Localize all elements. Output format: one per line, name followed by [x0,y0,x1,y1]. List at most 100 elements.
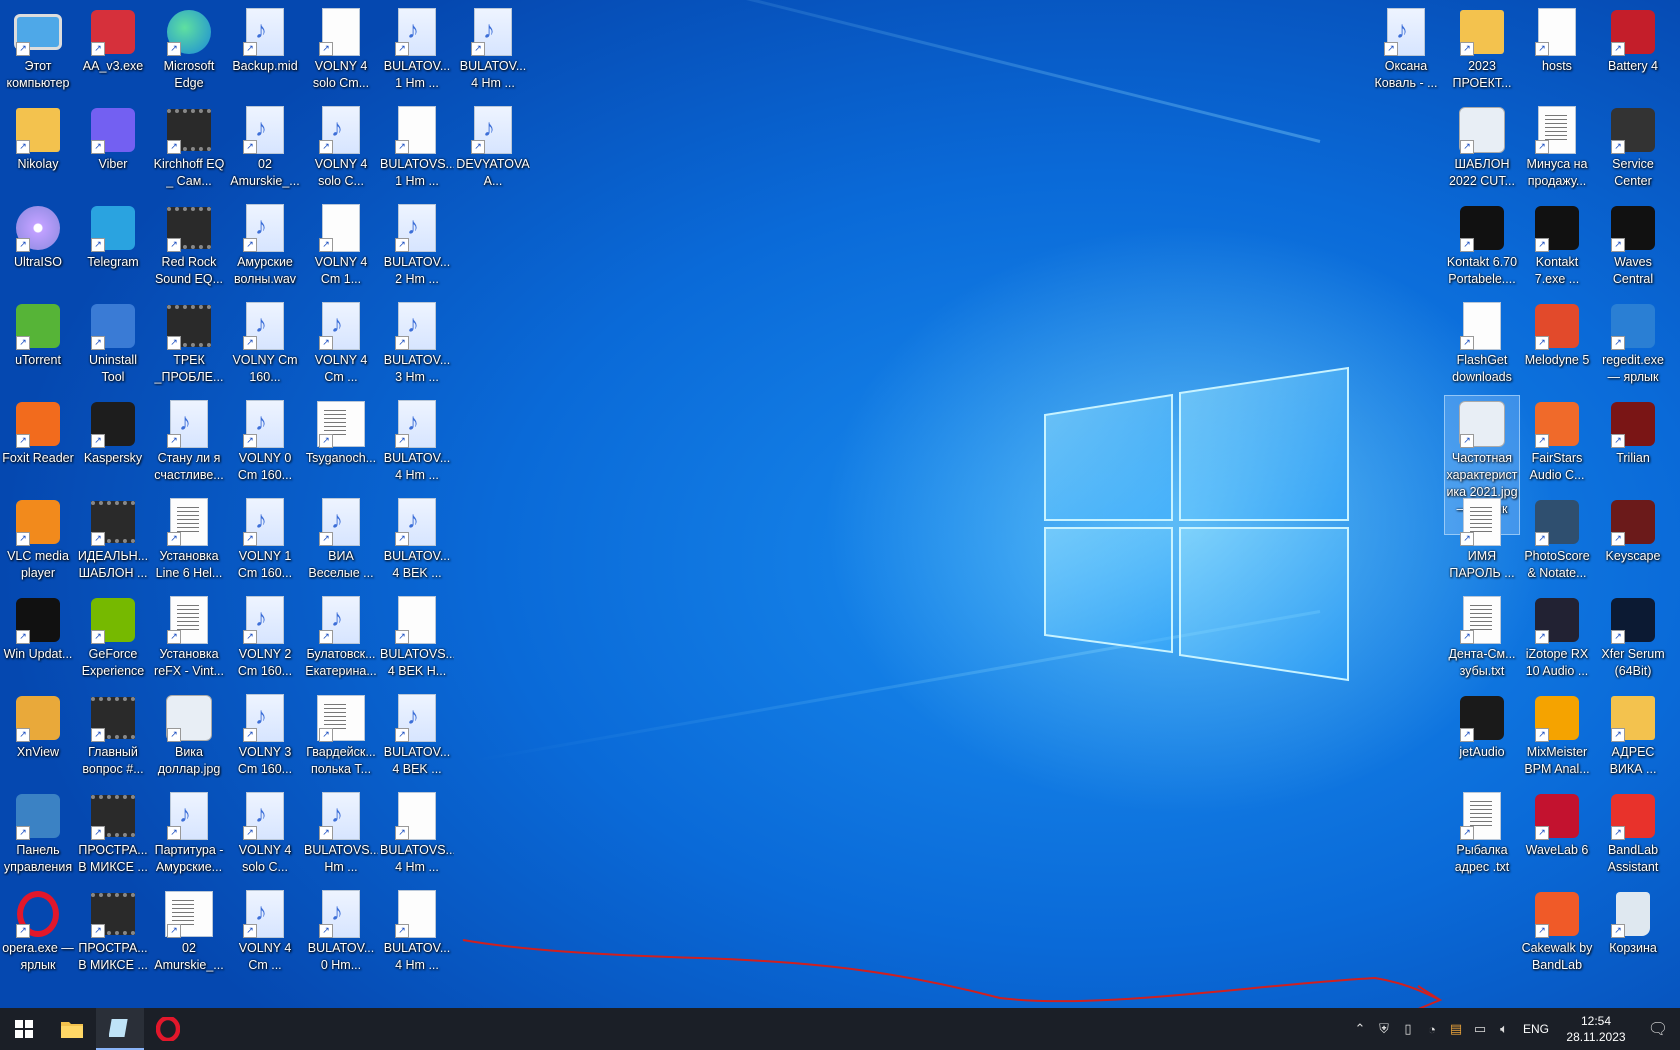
desktop-icon[interactable]: ↗ BULATOVS... 4 BEK H... [380,592,454,682]
desktop-icon[interactable]: ↗ VOLNY 1 Cm 160... [228,494,302,584]
desktop-icon[interactable]: ↗ Партитура - Амурские... [152,788,226,878]
desktop-icon[interactable]: ↗ Trilian [1596,396,1670,486]
desktop-icon[interactable]: ↗ FairStars Audio C... [1520,396,1594,486]
desktop-icon[interactable]: ↗ GeForce Experience [76,592,150,682]
desktop-icon[interactable]: ↗ jetAudio [1445,690,1519,780]
desktop-icon[interactable]: ↗ VOLNY 4 Cm ... [304,298,378,388]
desktop-icon[interactable]: ↗ BULATOV... 3 Hm ... [380,298,454,388]
desktop-icon[interactable]: ↗ UltraISO [1,200,75,290]
desktop-icon[interactable]: ↗ Uninstall Tool [76,298,150,388]
desktop-icon[interactable]: ↗ AA_v3.exe [76,4,150,94]
desktop-icon[interactable]: ↗ MixMeister BPM Anal... [1520,690,1594,780]
desktop-icon[interactable]: ↗ VOLNY 4 solo C... [228,788,302,878]
desktop-icon[interactable]: ↗ BULATOV... 4 Hm ... [380,396,454,486]
desktop-icon[interactable]: ↗ uTorrent [1,298,75,388]
desktop-icon[interactable]: ↗ Backup.mid [228,4,302,94]
desktop-icon[interactable]: ↗ VOLNY 4 solo C... [304,102,378,192]
desktop-icon[interactable]: ↗ ШАБЛОН 2022 CUT... [1445,102,1519,192]
desktop-icon[interactable]: ↗ VOLNY 2 Cm 160... [228,592,302,682]
start-button[interactable] [0,1008,48,1050]
desktop-icon[interactable]: ↗ VOLNY 3 Cm 160... [228,690,302,780]
desktop-icon[interactable]: ↗ BULATOVS... Hm ... [304,788,378,878]
desktop-icon[interactable]: ↗ DEVYATOVA A... [456,102,530,192]
sync-icon[interactable]: ◔ [1420,1022,1444,1037]
file-explorer-button[interactable] [48,1008,96,1050]
desktop-icon[interactable]: ↗ VOLNY 4 solo Cm... [304,4,378,94]
desktop-icon[interactable]: ↗ Kontakt 6.70 Portabele.... [1445,200,1519,290]
desktop-icon[interactable]: ↗ Viber [76,102,150,192]
desktop-icon[interactable]: ↗ Kontakt 7.exe ... [1520,200,1594,290]
desktop-icon[interactable]: ↗ iZotope RX 10 Audio ... [1520,592,1594,682]
desktop-icon[interactable]: ↗ Cakewalk by BandLab [1520,886,1594,976]
desktop-icon[interactable]: ↗ Battery 4 [1596,4,1670,94]
desktop-icon[interactable]: ↗ BULATOV... 1 Hm ... [380,4,454,94]
desktop-icon[interactable]: ↗ BULATOV... 4 BEK ... [380,690,454,780]
desktop-icon[interactable]: ↗ Вика доллар.jpg [152,690,226,780]
desktop-icon[interactable]: ↗ VOLNY Cm 160... [228,298,302,388]
desktop-icon[interactable]: ↗ VLC media player [1,494,75,584]
desktop-icon[interactable]: ↗ BULATOV... 4 Hm ... [380,886,454,976]
desktop-icon[interactable]: ↗ BULATOVS... 4 Hm ... [380,788,454,878]
desktop-icon[interactable]: ↗ 02 Amurskie_... [152,886,226,976]
desktop-icon[interactable]: ↗ Kirchhoff EQ _ Сам... [152,102,226,192]
desktop-icon[interactable]: ↗ Гвардейск... полька T... [304,690,378,780]
flag-icon[interactable]: ▤ [1444,1021,1468,1037]
app-button[interactable] [96,1008,144,1050]
desktop-icon[interactable]: ↗ PhotoScore & Notate... [1520,494,1594,584]
desktop-icon[interactable]: ↗ VOLNY 0 Cm 160... [228,396,302,486]
desktop-icon[interactable]: ↗ BULATOV... 4 BEK ... [380,494,454,584]
desktop-icon[interactable]: ↗ Оксана Коваль - ... [1369,4,1443,94]
desktop-icon[interactable]: ↗ АДРЕС ВИКА ... [1596,690,1670,780]
desktop-icon[interactable]: ↗ ИДЕАЛЬН... ШАБЛОН ... [76,494,150,584]
desktop-icon[interactable]: ↗ Стану ли я счастливе... [152,396,226,486]
desktop-icon[interactable]: ↗ XnView [1,690,75,780]
desktop-icon[interactable]: ↗ Win Updat... [1,592,75,682]
desktop-icon[interactable]: ↗ ПРОСТРА... В МИКСЕ ... [76,886,150,976]
desktop-icon[interactable]: ↗ BandLab Assistant [1596,788,1670,878]
desktop-icon[interactable]: ↗ Панель управления [1,788,75,878]
desktop-icon[interactable]: ↗ Установка reFX - Vint... [152,592,226,682]
desktop-icon[interactable]: ↗ ПРОСТРА... В МИКСЕ ... [76,788,150,878]
usb-icon[interactable]: ▯ [1396,1021,1420,1037]
desktop-icon[interactable]: ↗ Булатовск... Екатерина... [304,592,378,682]
desktop-icon[interactable]: ↗ BULATOV... 0 Hm... [304,886,378,976]
desktop-icon[interactable]: ↗ Рыбалка адрес .txt [1445,788,1519,878]
opera-button[interactable] [144,1008,192,1050]
desktop-icon[interactable]: ↗ Service Center [1596,102,1670,192]
desktop-icon[interactable]: ↗ Амурские волны.wav [228,200,302,290]
desktop-icon[interactable]: ↗ ТРЕК _ПРОБЛЕ... [152,298,226,388]
security-shield-icon[interactable]: ⛨ [1372,1021,1396,1037]
desktop-icon[interactable]: ↗ Waves Central [1596,200,1670,290]
desktop-icon[interactable]: ↗ Melodyne 5 [1520,298,1594,388]
desktop-icon[interactable]: ↗ Keyscape [1596,494,1670,584]
desktop-icon[interactable]: ↗ BULATOV... 2 Hm ... [380,200,454,290]
desktop-icon[interactable]: ↗ 02 Amurskie_... [228,102,302,192]
desktop-icon[interactable]: ↗ Установка Line 6 Hel... [152,494,226,584]
desktop-icon[interactable]: ↗ hosts [1520,4,1594,94]
desktop-icon[interactable]: ↗ WaveLab 6 [1520,788,1594,878]
desktop-icon[interactable]: ↗ Tsyganoch... [304,396,378,486]
desktop-icon[interactable]: ↗ VOLNY 4 Cm ... [228,886,302,976]
language-indicator[interactable]: ENG [1516,1022,1556,1036]
desktop-icon[interactable]: ↗ 2023 ПРОЕКТ... [1445,4,1519,94]
desktop-icon[interactable]: ↗ BULATOV... 4 Hm ... [456,4,530,94]
desktop-icon[interactable]: ↗ VOLNY 4 Cm 1... [304,200,378,290]
desktop-icon[interactable]: ↗ FlashGet downloads [1445,298,1519,388]
desktop-icon[interactable]: ↗ Корзина [1596,886,1670,976]
desktop-icon[interactable]: ↗ BULATOVS... 1 Hm ... [380,102,454,192]
desktop-icon[interactable]: ↗ Red Rock Sound EQ... [152,200,226,290]
desktop-icon[interactable]: ↗ Минуса на продажу... [1520,102,1594,192]
desktop-icon[interactable]: ↗ regedit.exe — ярлык [1596,298,1670,388]
desktop-icon[interactable]: ↗ ВИА Веселые ... [304,494,378,584]
desktop-icon[interactable]: ↗ Xfer Serum (64Bit) [1596,592,1670,682]
chevron-up-icon[interactable]: ⌃ [1348,1021,1372,1037]
desktop-icon[interactable]: ↗ Microsoft Edge [152,4,226,94]
desktop-icon[interactable]: ↗ Дента-См... зубы.txt [1445,592,1519,682]
notification-icon[interactable]: 🗨︎ [1636,1019,1680,1039]
desktop-icon[interactable]: ↗ ИМЯ ПАРОЛЬ ... [1445,494,1519,584]
network-icon[interactable]: ▭ [1468,1021,1492,1037]
clock[interactable]: 12:54 28.11.2023 [1556,1013,1636,1045]
desktop-icon[interactable]: ↗ Nikolay [1,102,75,192]
desktop-icon[interactable]: ↗ Этот компьютер [1,4,75,94]
desktop-icon[interactable]: ↗ Kaspersky [76,396,150,486]
